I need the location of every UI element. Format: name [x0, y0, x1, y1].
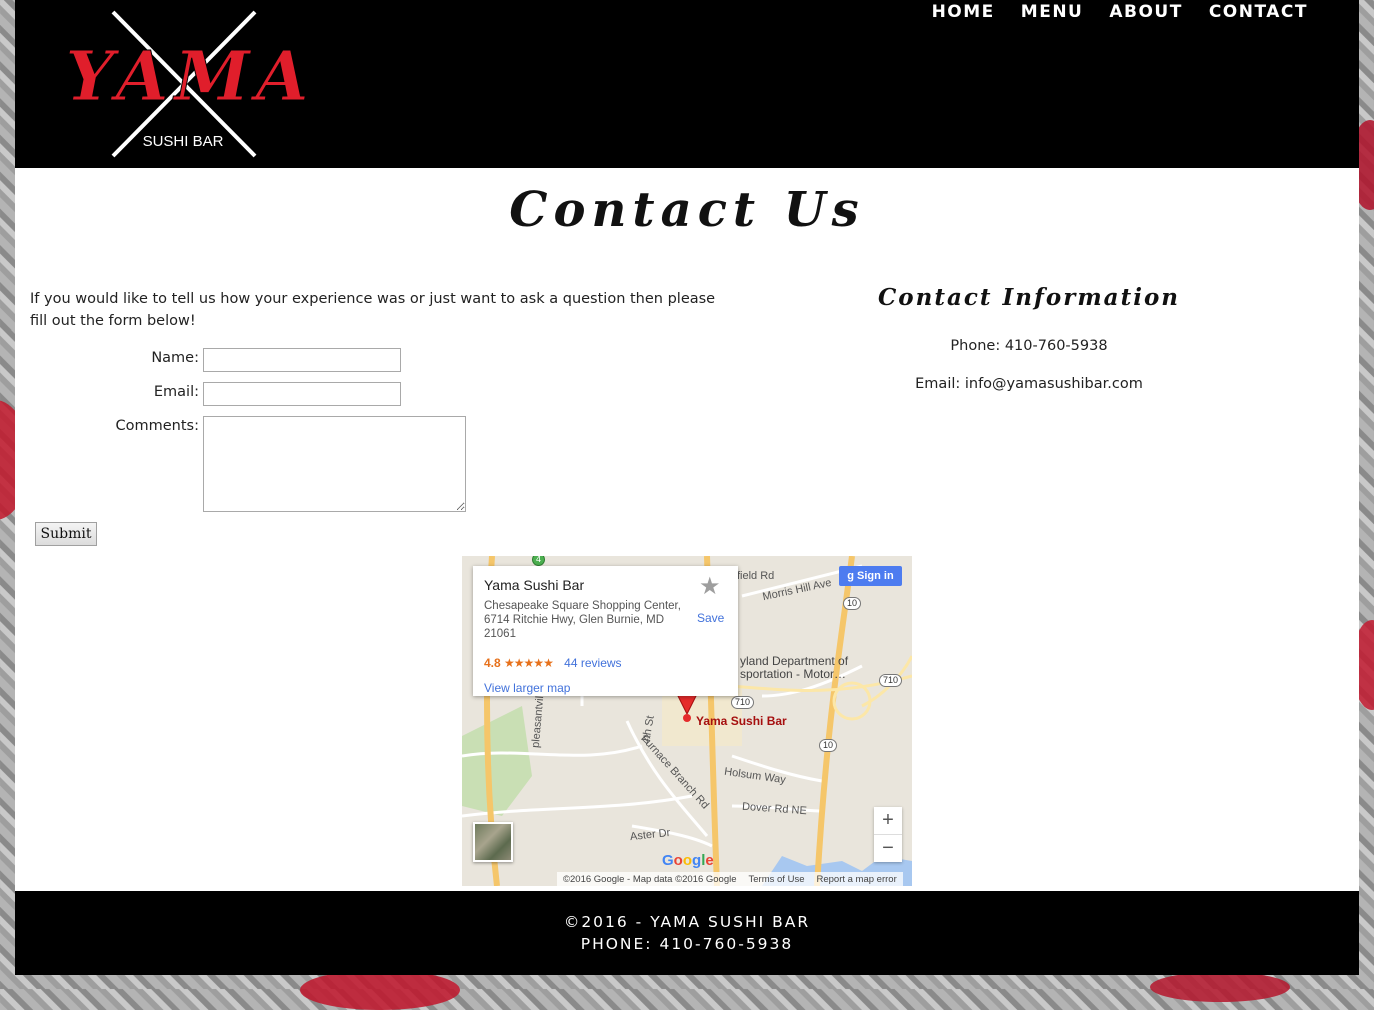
nav-menu[interactable]: MENU: [1021, 0, 1084, 24]
nav-about[interactable]: ABOUT: [1109, 0, 1182, 24]
page-title: Contact Us: [509, 182, 865, 238]
terms-link[interactable]: Terms of Use: [749, 874, 805, 885]
map-data-credit: ©2016 Google - Map data ©2016 Google: [563, 873, 737, 885]
satellite-toggle[interactable]: [473, 822, 513, 862]
reviews-link[interactable]: 44 reviews: [564, 656, 621, 670]
zoom-control: + −: [874, 807, 902, 862]
logo-subtitle: SUSHI BAR: [143, 133, 224, 150]
intro-text: If you would like to tell us how your ex…: [30, 291, 716, 329]
route-710-shield: 710: [879, 674, 903, 687]
footer-phone: PHONE: 410-760-5938: [580, 935, 794, 953]
map-label-md-dept: yland Department of: [740, 654, 849, 668]
report-error-link[interactable]: Report a map error: [816, 874, 896, 885]
name-label: Name:: [151, 350, 199, 366]
save-star-icon[interactable]: ★: [699, 572, 721, 601]
nav-contact[interactable]: CONTACT: [1209, 0, 1308, 24]
rating-row: 4.8 ★★★★★ 44 reviews: [484, 656, 622, 670]
place-name: Yama Sushi Bar: [484, 577, 585, 593]
background-pattern: [1150, 972, 1290, 1002]
contact-phone: Phone: 410-760-5938: [950, 338, 1108, 354]
google-map[interactable]: Yama Sushi Bar Morris Hill Ave field Rd …: [462, 556, 912, 886]
map-pin-label[interactable]: Yama Sushi Bar: [696, 714, 787, 728]
rating-value: 4.8: [484, 656, 501, 670]
map-label-field: field Rd: [737, 570, 775, 582]
map-label-md-dept2: sportation - Motor…: [740, 667, 847, 681]
star-rating-icon: ★★★★★: [504, 656, 554, 670]
sign-in-label: Sign in: [857, 570, 894, 582]
logo-wordmark: YAMA: [66, 37, 315, 117]
route-710-shield: 710: [731, 696, 755, 709]
place-info-card: Yama Sushi Bar Chesapeake Square Shoppin…: [473, 566, 738, 696]
place-address: Chesapeake Square Shopping Center, 6714 …: [484, 600, 681, 640]
page-container: YAMA SUSHI BAR HOME MENU ABOUT CONTACT C…: [15, 0, 1359, 975]
yama-logo[interactable]: YAMA SUSHI BAR: [45, 8, 335, 160]
map-sign-in-button[interactable]: g Sign in: [839, 566, 902, 586]
footer-copyright: ©2016 - YAMA SUSHI BAR: [563, 913, 811, 931]
route-10-shield: 10: [843, 597, 862, 610]
name-field[interactable]: [203, 348, 401, 372]
site-header: YAMA SUSHI BAR HOME MENU ABOUT CONTACT: [15, 0, 1359, 168]
site-footer: ©2016 - YAMA SUSHI BAR PHONE: 410-760-59…: [15, 891, 1359, 975]
nav-home[interactable]: HOME: [932, 0, 995, 24]
chopsticks-logo-icon: YAMA SUSHI BAR: [65, 10, 315, 158]
main-nav: HOME MENU ABOUT CONTACT: [932, 0, 1308, 24]
google-logo: Google: [662, 852, 714, 869]
route-10-shield: 10: [819, 739, 838, 752]
contact-email[interactable]: Email: info@yamasushibar.com: [845, 376, 1213, 392]
zoom-in-button[interactable]: +: [874, 807, 902, 834]
background-pattern: [300, 970, 460, 1010]
zoom-out-button[interactable]: −: [874, 835, 902, 862]
contact-info-title: Contact Information: [877, 284, 1181, 311]
map-attribution: ©2016 Google - Map data ©2016 Google Ter…: [557, 872, 903, 886]
google-plus-icon: g: [847, 570, 855, 582]
save-label[interactable]: Save: [697, 611, 724, 625]
view-larger-map-link[interactable]: View larger map: [484, 681, 570, 695]
comments-textarea[interactable]: [203, 416, 466, 512]
comments-label: Comments:: [115, 418, 199, 434]
email-label: Email:: [153, 384, 199, 400]
submit-button[interactable]: Submit: [35, 522, 97, 546]
email-field[interactable]: [203, 382, 401, 406]
